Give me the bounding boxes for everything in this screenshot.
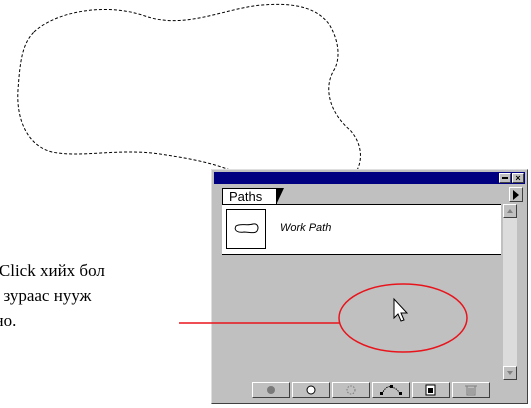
path-thumbnail-icon: [234, 223, 259, 234]
make-work-path-icon: [380, 385, 402, 395]
paths-list[interactable]: Work Path: [222, 204, 501, 381]
canvas: д Click хийх бол th зураас нууж лно. × P…: [0, 0, 531, 408]
new-path-button[interactable]: [412, 382, 450, 398]
path-name-label: Work Path: [280, 222, 332, 234]
fill-path-button[interactable]: [252, 382, 290, 398]
load-selection-icon: [346, 385, 356, 395]
fill-path-icon: [267, 386, 275, 394]
scroll-down-arrow-icon[interactable]: [503, 366, 517, 380]
new-path-icon: [425, 384, 436, 396]
stroke-path-button[interactable]: [292, 382, 330, 398]
minimize-button[interactable]: [499, 173, 511, 183]
palette-bottom-toolbar: [222, 380, 518, 400]
annotation-text: д Click хийх бол th зураас нууж лно.: [0, 258, 200, 333]
scroll-up-arrow-icon[interactable]: [503, 204, 517, 218]
vertical-scrollbar[interactable]: [503, 204, 517, 380]
load-selection-button[interactable]: [332, 382, 370, 398]
palette-tab-row: Paths: [214, 186, 525, 205]
palette-menu-arrow-icon[interactable]: [509, 187, 523, 202]
stroke-path-icon: [306, 385, 316, 395]
paths-palette: × Paths Work Path: [211, 169, 528, 404]
trash-icon: [465, 385, 477, 396]
path-thumbnail[interactable]: [226, 209, 266, 249]
close-button[interactable]: ×: [512, 173, 524, 183]
palette-titlebar[interactable]: ×: [214, 172, 525, 184]
annotation-line: д Click хийх бол: [0, 261, 105, 280]
delete-path-button[interactable]: [452, 382, 490, 398]
tab-paths[interactable]: Paths: [222, 188, 285, 205]
annotation-line: th зураас нууж: [0, 286, 92, 305]
list-item[interactable]: Work Path: [222, 205, 501, 255]
annotation-line: лно.: [0, 311, 17, 330]
make-work-path-button[interactable]: [372, 382, 410, 398]
